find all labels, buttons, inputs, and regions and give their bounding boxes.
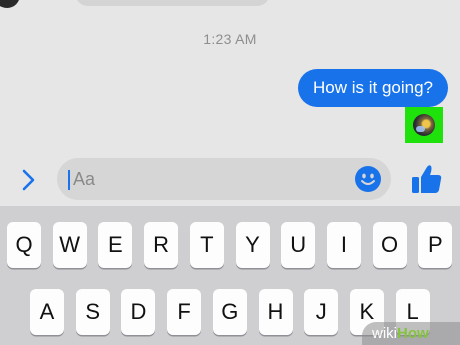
key-y[interactable]: Y: [235, 222, 270, 268]
key-s[interactable]: S: [75, 289, 110, 335]
message-input[interactable]: Aa: [57, 158, 391, 200]
text-cursor: [68, 170, 70, 190]
outgoing-message-bubble[interactable]: How is it going?: [297, 69, 448, 107]
like-button[interactable]: [409, 162, 443, 196]
key-j[interactable]: J: [304, 289, 339, 335]
key-t[interactable]: T: [189, 222, 224, 268]
previous-message-bubble[interactable]: [75, 0, 270, 6]
key-i[interactable]: I: [326, 222, 361, 268]
key-e[interactable]: E: [98, 222, 133, 268]
key-f[interactable]: F: [167, 289, 202, 335]
watermark-wiki: wiki: [372, 325, 397, 342]
key-d[interactable]: D: [121, 289, 156, 335]
key-r[interactable]: R: [144, 222, 179, 268]
wikihow-watermark: wikiHow: [362, 322, 460, 345]
message-input-placeholder: Aa: [73, 169, 96, 189]
thumbs-up-icon: [412, 165, 442, 193]
key-q[interactable]: Q: [7, 222, 41, 268]
message-composer: Aa: [0, 152, 460, 206]
key-w[interactable]: W: [52, 222, 87, 268]
watermark-how: How: [397, 325, 429, 342]
chevron-right-icon: [22, 169, 35, 191]
key-a[interactable]: A: [30, 289, 64, 335]
emoji-button[interactable]: [354, 165, 382, 193]
conversation-area: 1:23 AM How is it going?: [0, 0, 460, 152]
key-o[interactable]: O: [372, 222, 407, 268]
key-u[interactable]: U: [281, 222, 316, 268]
key-h[interactable]: H: [258, 289, 293, 335]
smiley-icon: [355, 166, 381, 192]
seen-avatar-icon[interactable]: [413, 114, 435, 136]
expand-actions-button[interactable]: [14, 166, 42, 194]
key-g[interactable]: G: [212, 289, 247, 335]
seen-indicator-highlight: [405, 107, 443, 143]
message-timestamp: 1:23 AM: [203, 31, 257, 47]
contact-avatar[interactable]: [0, 0, 20, 8]
key-p[interactable]: P: [418, 222, 453, 268]
